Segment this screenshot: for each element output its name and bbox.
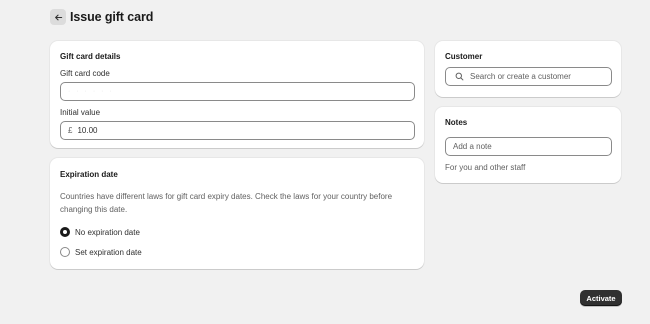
radio-set-expiration[interactable]: Set expiration date <box>60 247 142 257</box>
gift-card-details-card: Gift card details Gift card code · · · ·… <box>50 41 424 148</box>
notes-placeholder: Add a note <box>453 142 492 151</box>
radio-button-unchecked[interactable] <box>60 247 70 257</box>
gift-card-code-input[interactable]: · · · · · · <box>60 82 415 101</box>
expiration-help-line-2: changing this date. <box>60 204 128 214</box>
expiration-help-text: Countries have different laws for gift c… <box>60 191 420 216</box>
radio-label-no-expiration: No expiration date <box>75 227 140 237</box>
gift-card-code-value: · · · · · · <box>68 88 114 95</box>
expiration-date-card: Expiration date Countries have different… <box>50 158 424 269</box>
customer-title: Customer <box>445 52 483 61</box>
initial-value-label: Initial value <box>60 108 101 117</box>
notes-card: Notes Add a note For you and other staff <box>435 107 621 183</box>
expiration-help-line-1: Countries have different laws for gift c… <box>60 192 393 201</box>
gift-card-details-title: Gift card details <box>60 52 121 61</box>
customer-card: Customer Search or create a customer <box>435 41 621 97</box>
activate-button[interactable]: Activate <box>580 290 622 306</box>
back-button[interactable] <box>50 9 66 25</box>
customer-search-placeholder: Search or create a customer <box>470 72 571 81</box>
notes-input[interactable]: Add a note <box>445 137 612 156</box>
gift-card-code-label: Gift card code <box>60 69 110 78</box>
radio-button-checked[interactable] <box>60 227 70 237</box>
arrow-left-icon <box>54 13 63 22</box>
initial-value-text: 10.00 <box>77 126 98 135</box>
customer-search-input[interactable]: Search or create a customer <box>445 67 612 86</box>
radio-label-set-expiration: Set expiration date <box>75 247 142 257</box>
currency-symbol: £ <box>68 126 73 135</box>
page-title: Issue gift card <box>70 10 154 24</box>
notes-title: Notes <box>445 118 468 127</box>
page-header: Issue gift card <box>50 9 153 25</box>
radio-no-expiration[interactable]: No expiration date <box>60 227 140 237</box>
expiration-date-title: Expiration date <box>60 170 118 179</box>
search-icon <box>455 72 464 81</box>
initial-value-input[interactable]: £ 10.00 <box>60 121 415 140</box>
notes-help-text: For you and other staff <box>445 163 526 172</box>
